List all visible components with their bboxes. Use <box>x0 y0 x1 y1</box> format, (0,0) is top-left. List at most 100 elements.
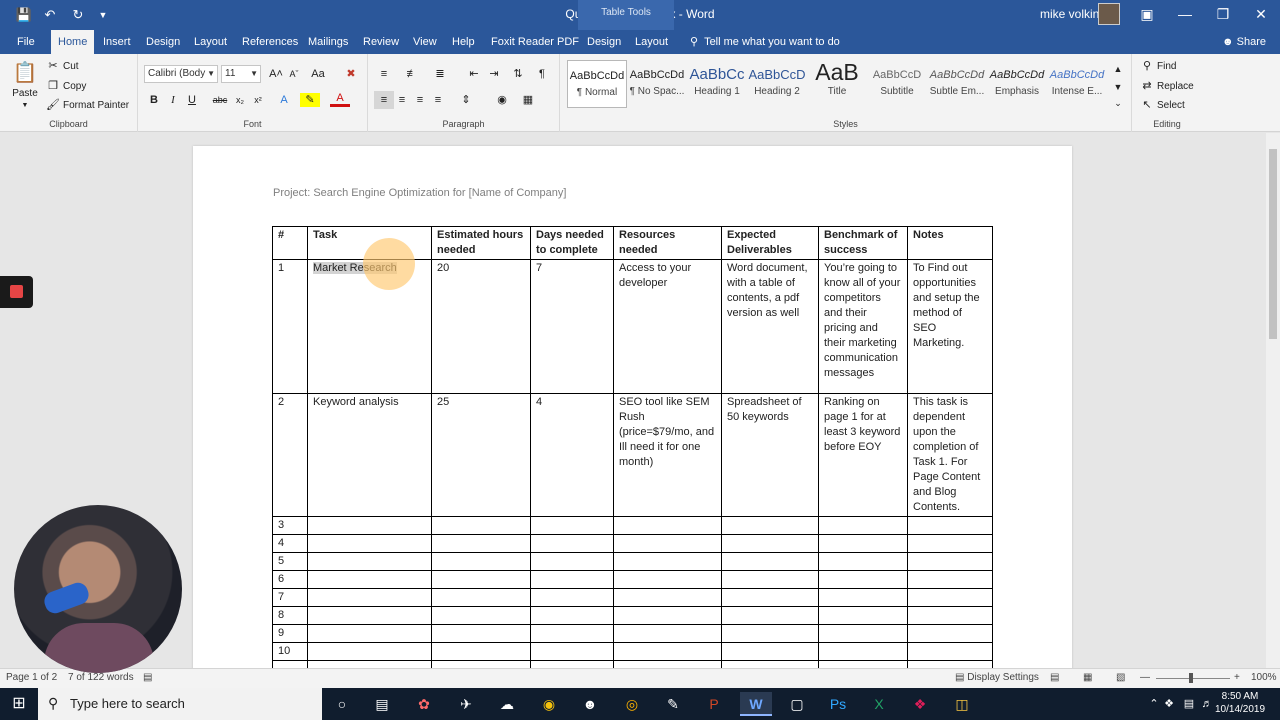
tab-file[interactable]: File <box>10 30 42 54</box>
zoom-level[interactable]: 100% <box>1251 672 1277 683</box>
table-cell[interactable] <box>818 624 908 643</box>
table-cell[interactable] <box>721 624 819 643</box>
tab-insert[interactable]: Insert <box>96 30 138 54</box>
tab-view[interactable]: View <box>406 30 444 54</box>
table-cell[interactable] <box>818 660 908 668</box>
table-cell[interactable]: 2 <box>272 393 308 517</box>
table-cell[interactable] <box>613 552 722 571</box>
page-count[interactable]: Page 1 of 2 <box>6 672 57 683</box>
table-cell[interactable] <box>613 624 722 643</box>
table-cell[interactable] <box>272 660 308 668</box>
zoom-in-icon[interactable]: + <box>1234 672 1240 683</box>
table-cell[interactable]: To Find out opportunities and setup the … <box>907 259 993 394</box>
table-cell[interactable] <box>431 624 531 643</box>
table-cell[interactable] <box>307 534 432 553</box>
table-header-cell[interactable]: # <box>272 226 308 260</box>
print-layout-icon[interactable]: ▦ <box>1083 672 1092 683</box>
excel-icon[interactable]: X <box>863 692 895 716</box>
table-cell[interactable] <box>431 534 531 553</box>
align-right-icon[interactable]: ≡ <box>410 91 430 109</box>
table-cell[interactable] <box>907 660 993 668</box>
table-cell[interactable]: 25 <box>431 393 531 517</box>
table-cell[interactable]: 9 <box>272 624 308 643</box>
style-subtle-emphasis[interactable]: AaBbCcDd Subtle Em... <box>927 60 987 108</box>
table-cell[interactable]: Access to your developer <box>613 259 722 394</box>
table-cell[interactable]: 8 <box>272 606 308 625</box>
table-cell[interactable] <box>907 624 993 643</box>
table-cell[interactable] <box>307 570 432 589</box>
table-cell[interactable]: 4 <box>272 534 308 553</box>
shading-icon[interactable]: ◉ <box>492 91 512 109</box>
maximize-icon[interactable]: ❐ <box>1204 0 1242 30</box>
chrome-icon[interactable]: ◉ <box>533 692 565 716</box>
italic-icon[interactable]: I <box>163 91 183 109</box>
font-name-select[interactable]: Calibri (Body ▼ <box>144 65 218 83</box>
tell-me-search[interactable]: ⚲ Tell me what you want to do <box>690 30 840 54</box>
table-cell[interactable] <box>721 642 819 661</box>
tab-foxit-reader-pdf[interactable]: Foxit Reader PDF <box>484 30 586 54</box>
table-header-cell[interactable]: Estimated hours needed <box>431 226 531 260</box>
minimize-icon[interactable]: — <box>1166 0 1204 30</box>
numbering-icon[interactable]: ≢ <box>402 65 422 83</box>
table-cell[interactable] <box>721 606 819 625</box>
table-header-cell[interactable]: Notes <box>907 226 993 260</box>
table-cell[interactable] <box>721 570 819 589</box>
proposal-table[interactable]: # Task Estimated hours needed Days needed t… <box>272 226 993 668</box>
task-view-icon[interactable]: ▤ <box>366 692 398 716</box>
scrollbar-thumb[interactable] <box>1269 149 1277 339</box>
table-cell[interactable] <box>613 642 722 661</box>
table-cell[interactable] <box>431 570 531 589</box>
pilcrow-icon[interactable]: ¶ <box>532 65 552 83</box>
table-cell[interactable] <box>431 660 531 668</box>
table-cell[interactable] <box>530 570 614 589</box>
tab-review[interactable]: Review <box>356 30 406 54</box>
undo-icon[interactable]: ↶ <box>40 6 60 24</box>
table-cell[interactable]: Ranking on page 1 for at least 3 keyword… <box>818 393 908 517</box>
format-painter-button[interactable]: 🖌 Format Painter <box>46 97 129 114</box>
font-color-icon[interactable]: A <box>330 91 350 107</box>
copy-button[interactable]: ❐ Copy <box>46 78 86 95</box>
tab-layout[interactable]: Layout <box>187 30 234 54</box>
find-button[interactable]: ⚲ Find <box>1140 58 1176 75</box>
justify-icon[interactable]: ≡ <box>428 91 448 109</box>
change-case-icon[interactable]: Aa <box>308 65 328 83</box>
table-cell[interactable]: SEO tool like SEM Rush (price=$79/mo, an… <box>613 393 722 517</box>
slack-icon[interactable]: ❖ <box>904 692 936 716</box>
tab-table-design[interactable]: Design <box>580 30 628 54</box>
bold-icon[interactable]: B <box>144 91 164 109</box>
customize-icon[interactable]: ▼ <box>93 6 113 24</box>
tab-design[interactable]: Design <box>139 30 187 54</box>
close-icon[interactable]: ✕ <box>1242 0 1280 30</box>
style-heading-1[interactable]: AaBbCc Heading 1 <box>687 60 747 108</box>
redo-icon[interactable]: ↻ <box>68 6 88 24</box>
tab-home[interactable]: Home <box>51 30 95 54</box>
powerpoint-icon[interactable]: P <box>698 692 730 716</box>
table-cell[interactable] <box>530 624 614 643</box>
app-icon[interactable]: ✿ <box>408 692 440 716</box>
table-cell[interactable] <box>530 642 614 661</box>
zoom-slider-thumb[interactable] <box>1189 673 1193 683</box>
table-cell[interactable] <box>613 534 722 553</box>
font-size-select[interactable]: 11 ▼ <box>221 65 261 83</box>
table-cell[interactable] <box>530 534 614 553</box>
style-emphasis[interactable]: AaBbCcDd Emphasis <box>987 60 1047 108</box>
highlight-icon[interactable]: ✎ <box>300 93 320 107</box>
style-heading-2[interactable]: AaBbCcD Heading 2 <box>747 60 807 108</box>
share-button[interactable]: ☻ Share <box>1222 30 1266 54</box>
select-button[interactable]: ↖ Select <box>1140 97 1184 114</box>
borders-icon[interactable]: ▦ <box>518 91 538 109</box>
table-cell[interactable] <box>431 516 531 535</box>
table-cell[interactable] <box>818 588 908 607</box>
table-cell[interactable] <box>530 660 614 668</box>
line-spacing-icon[interactable]: ⇕ <box>456 91 476 109</box>
taskbar-search[interactable]: ⚲ Type here to search <box>38 688 322 720</box>
document-page[interactable]: Project: Search Engine Optimization for … <box>193 146 1072 668</box>
read-mode-icon[interactable]: ▤ <box>1050 672 1059 683</box>
app-icon[interactable]: ✈ <box>450 692 482 716</box>
table-cell[interactable]: Word document, with a table of contents,… <box>721 259 819 394</box>
table-cell[interactable]: You’re going to know all of your competi… <box>818 259 908 394</box>
table-cell[interactable] <box>907 552 993 571</box>
tab-table-layout[interactable]: Layout <box>628 30 675 54</box>
dropbox-icon[interactable]: ❖ <box>1158 692 1180 716</box>
table-header-cell[interactable]: Resources needed <box>613 226 722 260</box>
